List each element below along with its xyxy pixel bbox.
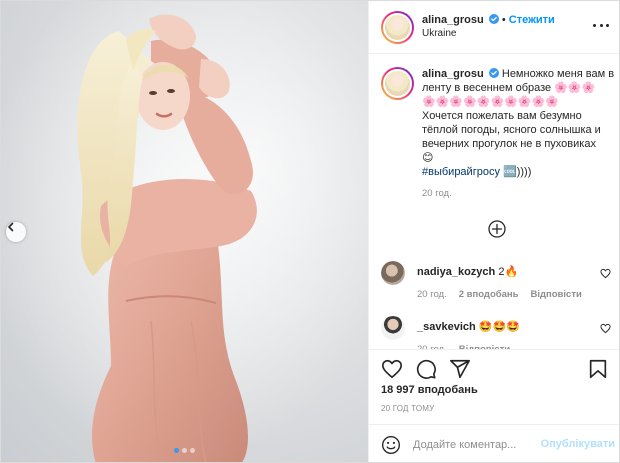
caption-line: Хочется пожелать вам безумно (422, 110, 582, 122)
more-options-icon[interactable] (593, 20, 609, 30)
commenter-avatar[interactable] (381, 316, 405, 340)
share-icon[interactable] (449, 358, 471, 380)
post-actions: 18 997 вподобань 20 ГОД ТОМУ Опублікуват… (369, 349, 619, 462)
caption-text: alina_grosu Немножко меня вам в ленту в … (422, 67, 615, 201)
caption-line: Немножко меня вам в (501, 68, 615, 80)
post-location[interactable]: Ukraine (422, 27, 555, 41)
carousel-dot (190, 448, 195, 453)
post-photo[interactable] (1, 1, 368, 462)
comment-username[interactable]: nadiya_kozych (417, 266, 495, 278)
author-username[interactable]: alina_grosu (422, 14, 484, 26)
comment-reply-button[interactable]: Відповісти (530, 288, 581, 302)
carousel-prev-button[interactable] (6, 222, 26, 242)
caption-time: 20 год. (422, 188, 452, 199)
action-icons (381, 358, 471, 380)
caption-author-avatar[interactable] (381, 67, 414, 100)
verified-badge-icon (488, 68, 499, 78)
add-comment-bar: Опублікувати (369, 424, 619, 462)
carousel-indicator (1, 448, 368, 453)
emoji-icon[interactable] (381, 435, 401, 455)
post-header: alina_grosu • Стежити Ukraine (369, 1, 619, 54)
carousel-dot (182, 448, 187, 453)
comment-icon[interactable] (415, 358, 437, 380)
comment-body: nadiya_kozych 2🔥 20 год. 2 вподобань Від… (417, 265, 587, 302)
post-timestamp: 20 ГОД ТОМУ (381, 404, 435, 413)
likes-count[interactable]: 18 997 вподобань (381, 384, 478, 396)
comment-item: nadiya_kozych 2🔥 20 год. 2 вподобань Від… (381, 261, 613, 302)
publish-comment-button[interactable]: Опублікувати (541, 438, 615, 450)
carousel-prev-icon (8, 222, 14, 232)
comment-like-heart-icon[interactable] (600, 268, 611, 279)
save-bookmark-icon[interactable] (587, 358, 609, 380)
caption-line: тёплой погоды, ясного солнышка и (422, 124, 601, 136)
heart-icon[interactable] (381, 358, 403, 380)
caption-line: вечерних прогулок не в пуховиках (422, 138, 596, 150)
comment-text: 2🔥 (495, 266, 519, 278)
comment-meta: 20 год. 2 вподобань Відповісти (417, 288, 587, 302)
add-comment-input[interactable] (413, 439, 533, 451)
instagram-post: alina_grosu • Стежити Ukraine alina_gros… (0, 0, 620, 463)
comment-like-heart-icon[interactable] (600, 323, 611, 334)
author-info: alina_grosu • Стежити Ukraine (422, 13, 555, 41)
commenter-avatar[interactable] (381, 261, 405, 285)
caption-username[interactable]: alina_grosu (422, 68, 484, 80)
comment-time: 20 год. (417, 289, 447, 300)
caption-line: 😊 (422, 152, 434, 164)
header-separator: • (501, 14, 509, 26)
caption-hashtag[interactable]: #выбирайгросу (422, 166, 500, 178)
load-more-icon[interactable] (488, 220, 506, 238)
post-caption: alina_grosu Немножко меня вам в ленту в … (381, 67, 615, 201)
comment-likes[interactable]: 2 вподобань (459, 288, 519, 302)
caption-line: ленту в весеннем образе 🌸🌸🌸 (422, 82, 596, 94)
comment-text: 🤩🤩🤩 (475, 321, 520, 333)
carousel-dot (174, 448, 179, 453)
verified-badge-icon (488, 14, 499, 24)
woman-in-pink-dress-illustration (1, 1, 368, 462)
follow-button[interactable]: Стежити (509, 14, 555, 26)
comment-username[interactable]: _savkevich (417, 321, 476, 333)
caption-hashtag-suffix: 🆒)))) (499, 166, 532, 178)
caption-line: 🌸🌸🌸🌸🌸🌸🌸🌸🌸🌸 (422, 96, 559, 108)
author-avatar[interactable] (381, 10, 414, 44)
post-sidebar: alina_grosu • Стежити Ukraine alina_gros… (368, 1, 619, 462)
